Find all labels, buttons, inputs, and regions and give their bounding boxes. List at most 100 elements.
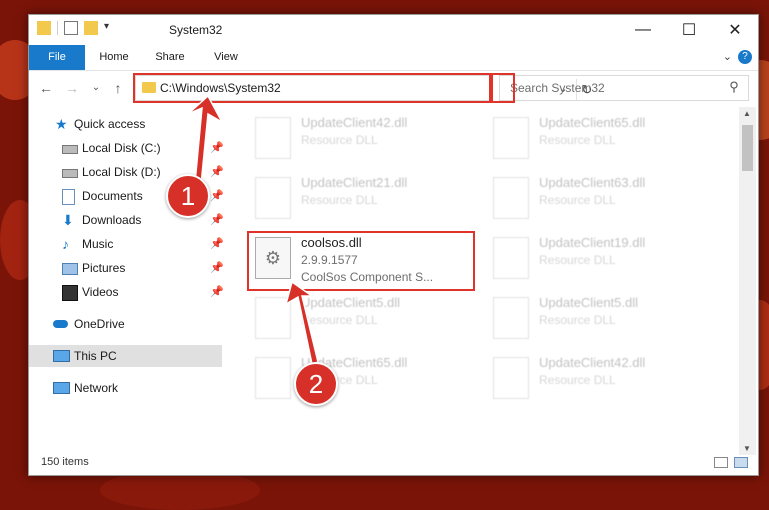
cloud-icon — [53, 320, 68, 328]
sidebar-item-label: Network — [74, 381, 119, 395]
file-item[interactable]: UpdateClient65.dll Resource DLL — [487, 113, 709, 163]
sidebar-item-label: This PC — [74, 349, 117, 363]
window-title: System32 — [169, 23, 223, 37]
sidebar-item-onedrive[interactable]: OneDrive — [29, 313, 222, 335]
scroll-up-icon[interactable]: ▲ — [743, 109, 751, 118]
item-count: 150 items — [41, 456, 89, 468]
folder-icon[interactable] — [37, 21, 51, 35]
pin-icon[interactable]: 📌 — [210, 257, 224, 279]
star-icon: ★ — [55, 116, 68, 132]
file-type: Resource DLL — [539, 253, 616, 267]
file-type: Resource DLL — [301, 193, 378, 207]
tab-home[interactable]: Home — [91, 45, 137, 70]
sidebar-item-videos[interactable]: Videos 📌 — [29, 281, 224, 303]
sidebar-item-local-disk-c[interactable]: Local Disk (C:) 📌 — [29, 137, 224, 159]
dll-file-icon — [493, 237, 529, 279]
file-name: UpdateClient42.dll — [301, 115, 408, 130]
forward-button[interactable]: → — [63, 79, 81, 97]
background-leaf — [100, 470, 260, 510]
file-item[interactable]: UpdateClient42.dll Resource DLL — [487, 353, 709, 403]
pin-icon[interactable]: 📌 — [210, 209, 224, 231]
file-name: UpdateClient5.dll — [539, 295, 639, 310]
status-bar: 150 items — [29, 451, 758, 475]
maximize-button[interactable]: ☐ — [666, 15, 712, 45]
sidebar-item-label: Videos — [82, 285, 119, 299]
dll-file-icon — [493, 357, 529, 399]
file-name: UpdateClient65.dll — [539, 115, 646, 130]
title-bar: ▾ System32 — ☐ ✕ — [29, 15, 758, 45]
pin-icon[interactable]: 📌 — [210, 185, 224, 207]
tab-view[interactable]: View — [205, 45, 247, 70]
ribbon-expand-icon[interactable]: ⌄ — [723, 50, 732, 63]
step-2-marker: 2 — [294, 362, 338, 406]
sidebar-item-this-pc[interactable]: This PC — [29, 345, 222, 367]
new-folder-icon[interactable] — [84, 21, 98, 35]
sidebar-item-label: Pictures — [82, 261, 126, 275]
navigation-pane: ★ Quick access Local Disk (C:) 📌 Local D… — [29, 107, 224, 455]
dll-file-icon — [493, 117, 529, 159]
tab-share[interactable]: Share — [147, 45, 193, 70]
search-box[interactable]: Search System32 ⚲ — [499, 75, 749, 101]
sidebar-item-music[interactable]: ♪ Music 📌 — [29, 233, 224, 255]
file-name: UpdateClient21.dll — [301, 175, 408, 190]
sidebar-item-label: Music — [82, 237, 114, 251]
pictures-icon — [62, 263, 78, 275]
up-button[interactable]: ↑ — [109, 79, 127, 97]
details-view-icon[interactable] — [714, 457, 728, 468]
pin-icon[interactable]: 📌 — [210, 137, 224, 159]
vertical-scrollbar[interactable]: ▲ ▼ — [739, 107, 756, 455]
sidebar-item-label: Local Disk (C:) — [82, 141, 161, 155]
file-type: Resource DLL — [539, 133, 616, 147]
documents-icon — [62, 189, 75, 205]
sidebar-item-label: Quick access — [74, 117, 146, 131]
ribbon: File Home Share View ⌄ ? — [29, 45, 758, 71]
file-item[interactable]: UpdateClient63.dll Resource DLL — [487, 173, 709, 223]
file-item[interactable]: UpdateClient21.dll Resource DLL — [249, 173, 471, 223]
dll-file-icon — [255, 117, 291, 159]
help-icon[interactable]: ? — [738, 50, 752, 64]
quick-access-toolbar: ▾ — [37, 21, 118, 35]
pin-icon[interactable]: 📌 — [210, 281, 224, 303]
dll-file-icon — [493, 297, 529, 339]
file-type: Resource DLL — [539, 193, 616, 207]
file-item[interactable]: UpdateClient42.dll Resource DLL — [249, 113, 471, 163]
network-icon — [53, 382, 70, 394]
sidebar-item-label: Downloads — [82, 213, 142, 227]
properties-icon[interactable] — [64, 21, 78, 35]
computer-icon — [53, 350, 70, 362]
minimize-button[interactable]: — — [620, 15, 666, 45]
file-highlight — [247, 231, 475, 291]
file-name: UpdateClient42.dll — [539, 355, 646, 370]
search-icon: ⚲ — [729, 79, 739, 94]
sidebar-item-quick-access[interactable]: ★ Quick access — [29, 113, 222, 135]
drive-icon — [62, 169, 78, 178]
address-highlight — [133, 73, 491, 103]
dll-file-icon — [255, 177, 291, 219]
file-type: Resource DLL — [301, 133, 378, 147]
tab-file[interactable]: File — [29, 45, 85, 70]
customize-icon[interactable]: ▾ — [104, 21, 118, 35]
downloads-icon: ⬇ — [62, 212, 74, 228]
large-icons-view-icon[interactable] — [734, 457, 748, 468]
music-icon: ♪ — [62, 236, 69, 252]
sidebar-item-network[interactable]: Network — [29, 377, 222, 399]
recent-locations-button[interactable]: ⌄ — [87, 79, 105, 97]
pin-icon[interactable]: 📌 — [210, 233, 224, 255]
file-name: UpdateClient5.dll — [301, 295, 401, 310]
file-item[interactable]: UpdateClient5.dll Resource DLL — [487, 293, 709, 343]
file-item[interactable]: UpdateClient5.dll Resource DLL — [249, 293, 471, 343]
file-item[interactable]: UpdateClient65.dll Resource DLL — [249, 353, 471, 403]
dll-file-icon — [255, 357, 291, 399]
scrollbar-thumb[interactable] — [742, 125, 753, 171]
sidebar-item-pictures[interactable]: Pictures 📌 — [29, 257, 224, 279]
close-button[interactable]: ✕ — [712, 15, 758, 45]
file-type: Resource DLL — [539, 373, 616, 387]
sidebar-item-label: OneDrive — [74, 317, 125, 331]
file-item[interactable]: UpdateClient19.dll Resource DLL — [487, 233, 709, 283]
pin-icon[interactable]: 📌 — [210, 161, 224, 183]
back-button[interactable]: ← — [37, 79, 55, 97]
drive-icon — [62, 145, 78, 154]
sidebar-item-label: Local Disk (D:) — [82, 165, 161, 179]
file-name: UpdateClient19.dll — [539, 235, 646, 250]
sidebar-item-label: Documents — [82, 189, 143, 203]
